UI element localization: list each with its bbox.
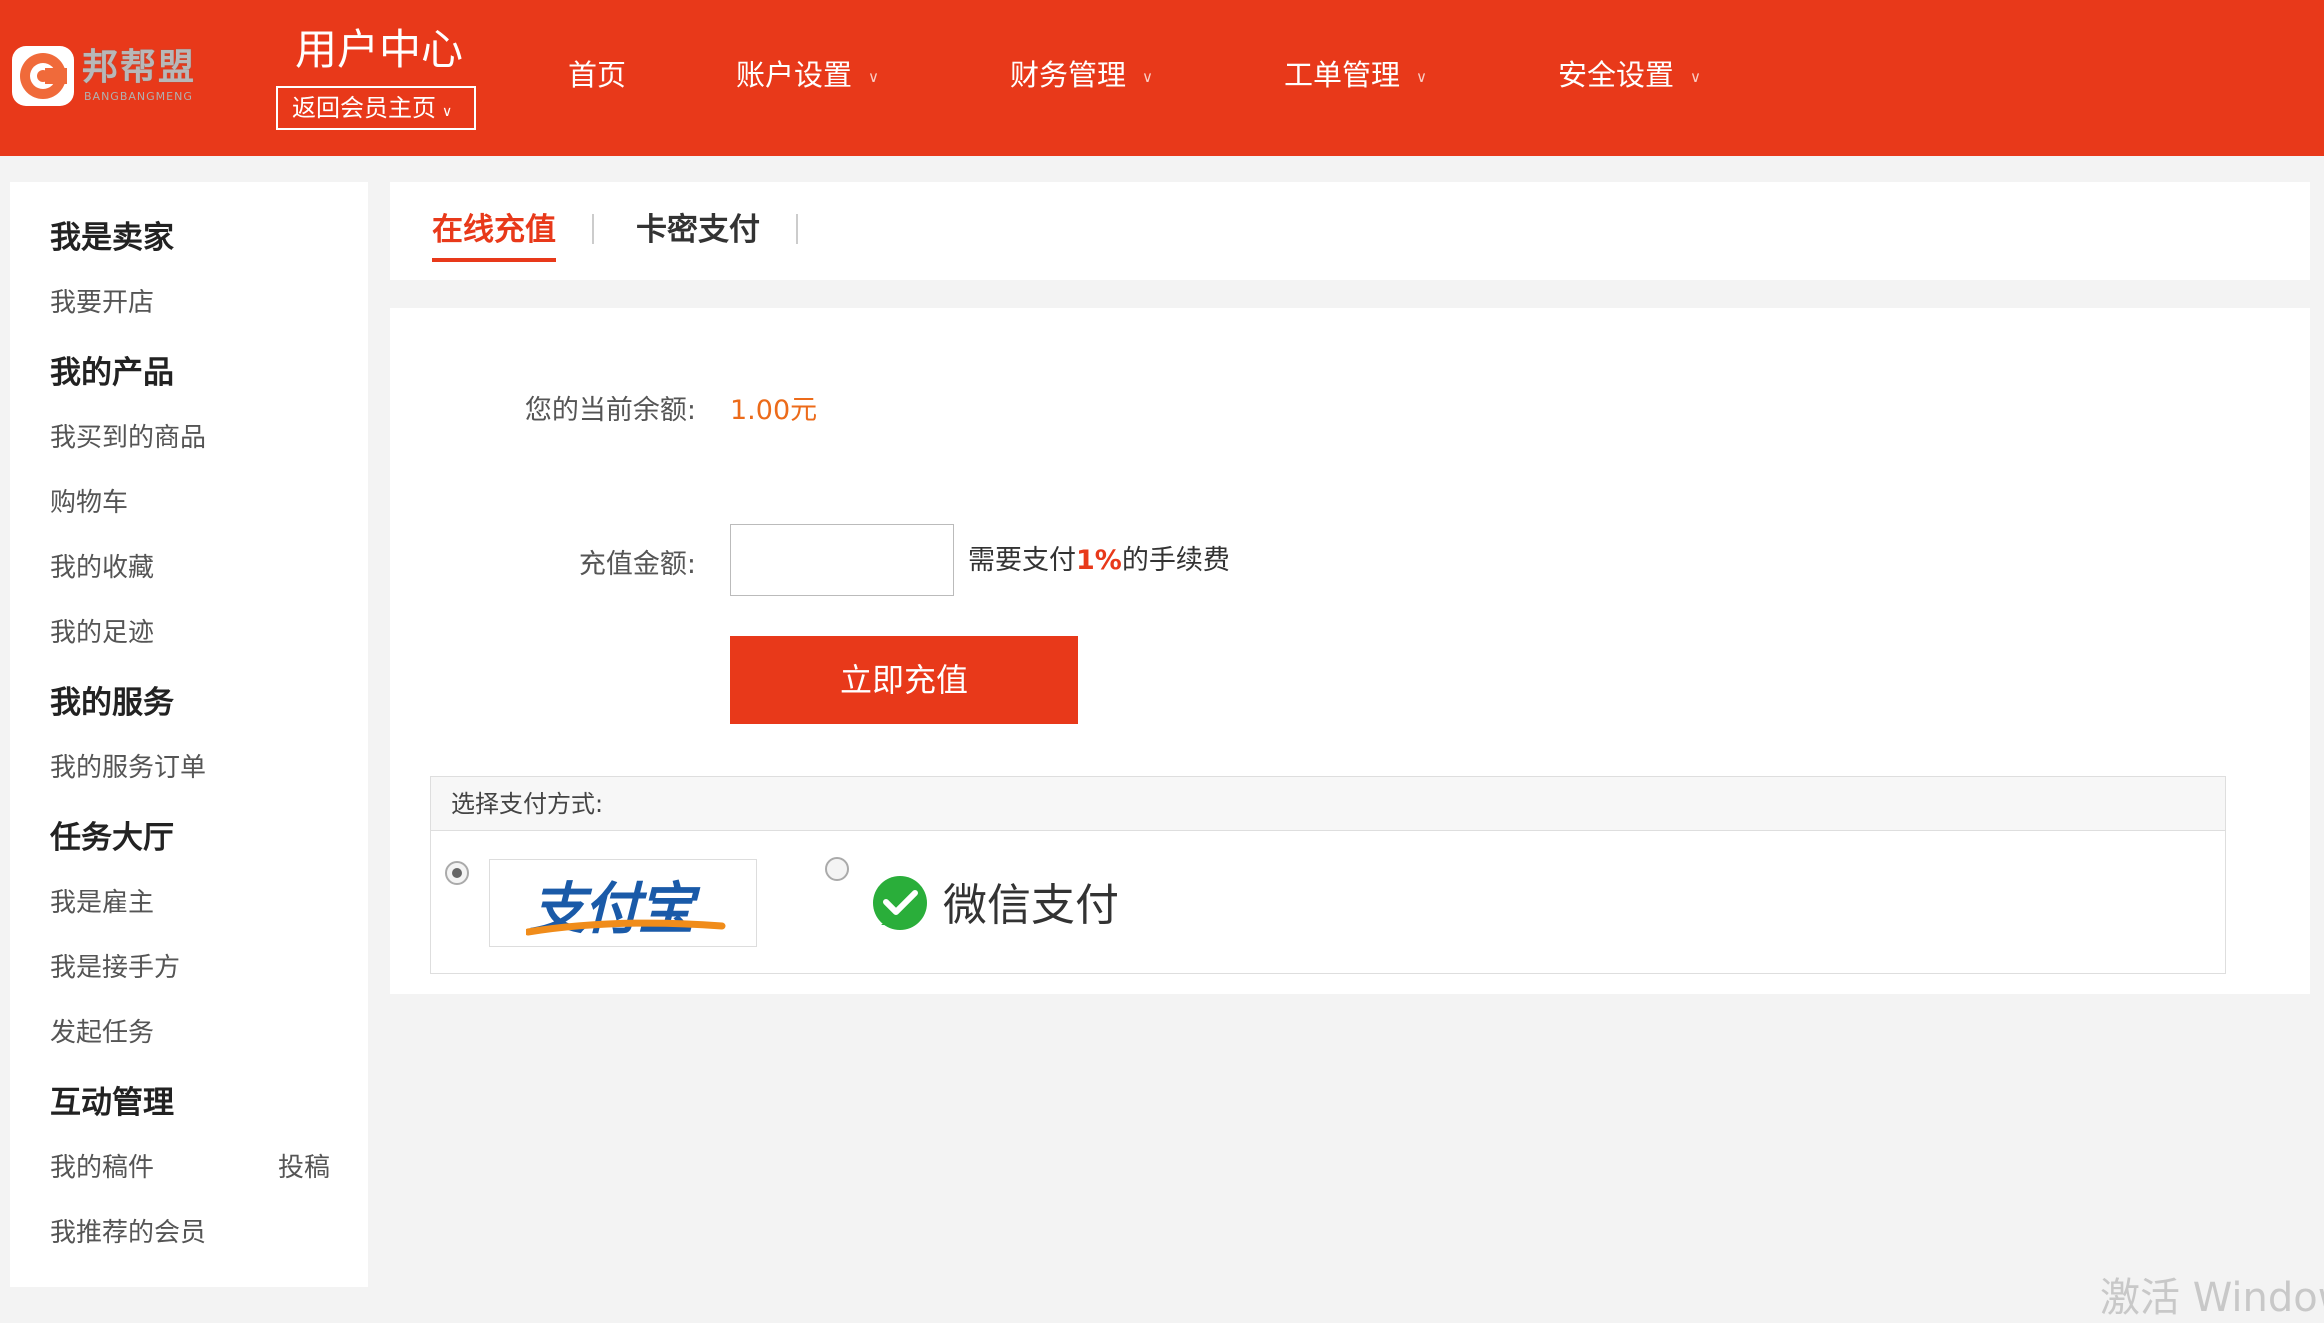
sidebar: 我是卖家 我要开店 我的产品 我买到的商品 购物车 我的收藏 我的足迹 我的服务… <box>10 182 368 1287</box>
tab-card-payment[interactable]: 卡密支付 <box>636 208 760 252</box>
sidebar-heading-interaction: 互动管理 <box>50 1085 174 1121</box>
nav-security[interactable]: 安全设置 ∨ <box>1558 48 1701 107</box>
windows-activation-watermark: 激活 Windows <box>2100 1275 2324 1321</box>
tab-divider <box>592 214 594 244</box>
alipay-radio[interactable] <box>445 861 469 885</box>
tab-online-recharge[interactable]: 在线充值 <box>432 208 556 262</box>
nav-label: 安全设置 <box>1558 58 1675 92</box>
sidebar-heading-task-hall: 任务大厅 <box>50 820 174 856</box>
nav-label: 工单管理 <box>1284 58 1401 92</box>
balance-label: 您的当前余额: <box>524 395 696 426</box>
amount-label: 充值金额: <box>578 549 696 580</box>
fee-suffix: 的手续费 <box>1121 545 1230 576</box>
fee-note: 需要支付1%的手续费 <box>968 538 1230 577</box>
logo-text: 邦帮盟 <box>82 47 197 88</box>
site-logo[interactable]: 邦帮盟 BANGBANGMENG <box>12 46 212 106</box>
page-title: 用户中心 <box>295 25 464 74</box>
back-to-member-home-link[interactable]: 返回会员主页 ∨ <box>276 86 476 130</box>
nav-label: 账户设置 <box>736 58 853 92</box>
recharge-panel: 您的当前余额: 1.00元 充值金额: 需要支付1%的手续费 立即充值 选择支付… <box>390 308 2310 994</box>
chevron-down-icon: ∨ <box>1142 68 1153 86</box>
wechat-pay-label: 微信支付 <box>943 880 1119 931</box>
nav-tickets[interactable]: 工单管理 ∨ <box>1284 48 1427 107</box>
recharge-amount-input[interactable] <box>730 524 954 596</box>
sidebar-heading-products: 我的产品 <box>50 355 174 391</box>
nav-finance[interactable]: 财务管理 ∨ <box>1010 48 1153 107</box>
sidebar-item-purchased[interactable]: 我买到的商品 <box>50 417 206 454</box>
recharge-now-button[interactable]: 立即充值 <box>730 636 1078 724</box>
payment-method-heading: 选择支付方式: <box>431 777 2225 831</box>
nav-account-settings[interactable]: 账户设置 ∨ <box>736 48 879 107</box>
tab-divider <box>796 214 798 244</box>
chevron-down-icon: ∨ <box>868 68 879 86</box>
wechat-pay-icon <box>873 876 927 930</box>
top-header: 邦帮盟 BANGBANGMENG 用户中心 返回会员主页 ∨ 首页 账户设置 ∨ 财… <box>0 0 2324 156</box>
nav-label: 首页 <box>568 58 627 92</box>
sidebar-item-contractor[interactable]: 我是接手方 <box>50 947 180 984</box>
alipay-option[interactable]: 支付宝 <box>489 859 757 947</box>
sidebar-item-service-orders[interactable]: 我的服务订单 <box>50 747 206 784</box>
back-link-label: 返回会员主页 <box>292 94 436 122</box>
sidebar-item-footprints[interactable]: 我的足迹 <box>50 612 154 649</box>
sidebar-item-open-shop[interactable]: 我要开店 <box>50 282 154 319</box>
tab-bar: 在线充值 卡密支付 <box>390 182 2310 280</box>
sidebar-item-my-manuscripts[interactable]: 我的稿件 <box>50 1147 154 1184</box>
chevron-down-icon: ∨ <box>1416 68 1427 86</box>
balance-value: 1.00元 <box>730 395 818 426</box>
sidebar-heading-services: 我的服务 <box>50 685 174 721</box>
fee-prefix: 需要支付 <box>968 545 1076 576</box>
nav-home[interactable]: 首页 <box>568 48 626 102</box>
sidebar-item-favorites[interactable]: 我的收藏 <box>50 547 154 584</box>
sidebar-item-referred-members[interactable]: 我推荐的会员 <box>50 1212 206 1249</box>
wechat-pay-radio[interactable] <box>825 857 849 881</box>
sidebar-item-employer[interactable]: 我是雇主 <box>50 882 154 919</box>
fee-percent: 1% <box>1076 545 1122 576</box>
sidebar-item-cart[interactable]: 购物车 <box>50 482 128 519</box>
sidebar-item-post-task[interactable]: 发起任务 <box>50 1012 154 1049</box>
chevron-down-icon: ∨ <box>442 104 453 120</box>
sidebar-item-submit-manuscript[interactable]: 投稿 <box>278 1147 330 1184</box>
alipay-swoosh-icon <box>526 919 726 936</box>
payment-method-box: 选择支付方式: 支付宝 微信支付 <box>430 776 2226 974</box>
logo-icon <box>12 46 74 106</box>
chevron-down-icon: ∨ <box>1690 68 1701 86</box>
sidebar-heading-seller: 我是卖家 <box>50 220 174 256</box>
nav-label: 财务管理 <box>1010 58 1127 92</box>
logo-subtext: BANGBANGMENG <box>84 90 193 103</box>
